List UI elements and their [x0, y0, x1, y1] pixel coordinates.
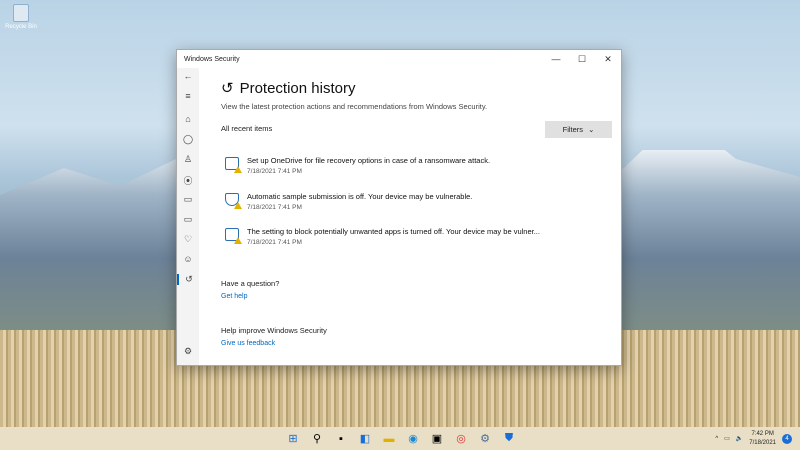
shield-warning-icon [225, 193, 242, 209]
app-warning-icon [225, 228, 242, 244]
page-subtitle: View the latest protection actions and r… [221, 102, 488, 111]
device-security-icon[interactable]: ▭ [177, 214, 199, 225]
home-icon[interactable]: ⌂ [177, 114, 199, 124]
windows-security-icon[interactable]: ⛊ [502, 432, 516, 446]
history-item[interactable]: Automatic sample submission is off. Your… [225, 192, 472, 211]
start-icon[interactable]: ⊞ [286, 432, 300, 446]
page-title-text: Protection history [239, 79, 356, 97]
item-time: 7/18/2021 7:41 PM [247, 204, 302, 211]
chevron-down-icon: ⌄ [588, 125, 595, 134]
sidebar: ← ≡ ⌂ ◯ ♙ ⦿ ▭ ▭ ♡ ☺ ↺ ⚙ [177, 68, 199, 365]
windows-security-window: Windows Security — ☐ ✕ ← ≡ ⌂ ◯ ♙ ⦿ ▭ ▭ ♡… [176, 49, 622, 366]
chevron-up-icon[interactable]: ^ [715, 436, 718, 442]
clock-date: 7/18/2021 [749, 439, 776, 446]
onedrive-warning-icon [225, 157, 242, 173]
taskbar: ⊞ ⚲ ▪ ◧ ▬ ◉ ▣ ◎ ⚙ ⛊ ^ ▭ 🔈 7:42 PM 7/18/20… [0, 427, 800, 450]
window-title: Windows Security [184, 55, 240, 63]
close-button[interactable]: ✕ [595, 50, 621, 68]
history-item[interactable]: The setting to block potentially unwante… [225, 227, 540, 246]
search-icon[interactable]: ⚲ [310, 432, 324, 446]
section-label: All recent items [221, 124, 273, 133]
volume-icon[interactable]: 🔈 [736, 435, 743, 442]
task-view-icon[interactable]: ▪ [334, 432, 348, 446]
clock-time: 7:42 PM [751, 430, 774, 437]
recycle-bin-icon [13, 4, 29, 22]
account-icon[interactable]: ♙ [177, 154, 199, 165]
get-help-link[interactable]: Get help [221, 293, 247, 300]
question-heading: Have a question? [221, 279, 280, 288]
file-explorer-icon[interactable]: ▬ [382, 432, 396, 446]
app-browser-icon[interactable]: ▭ [177, 194, 199, 205]
back-icon[interactable]: ← [177, 71, 199, 81]
menu-icon[interactable]: ≡ [177, 91, 199, 101]
page-title: ↺ Protection history [221, 79, 356, 98]
settings-icon[interactable]: ⚙ [177, 346, 199, 357]
health-icon[interactable]: ♡ [177, 234, 199, 245]
history-icon[interactable]: ↺ [177, 274, 199, 285]
history-icon: ↺ [221, 80, 234, 97]
recycle-bin-label: Recycle Bin [5, 24, 37, 30]
notification-badge[interactable]: 4 [782, 433, 792, 444]
item-time: 7/18/2021 7:41 PM [247, 239, 302, 246]
item-time: 7/18/2021 7:41 PM [247, 168, 302, 175]
minimize-button[interactable]: — [543, 50, 569, 68]
network-icon[interactable]: ⦿ [177, 174, 199, 187]
item-text: The setting to block potentially unwante… [247, 227, 540, 236]
item-text: Automatic sample submission is off. Your… [247, 192, 473, 201]
shield-icon[interactable]: ◯ [177, 134, 199, 145]
item-text: Set up OneDrive for file recovery option… [247, 156, 491, 165]
chrome-icon[interactable]: ◎ [454, 432, 468, 446]
widgets-icon[interactable]: ◧ [358, 432, 372, 446]
settings-icon[interactable]: ⚙ [478, 432, 492, 446]
recycle-bin-desktop-icon[interactable]: Recycle Bin [4, 4, 38, 30]
feedback-link[interactable]: Give us feedback [221, 340, 275, 347]
improve-heading: Help improve Windows Security [221, 326, 327, 335]
store-icon[interactable]: ▣ [430, 432, 444, 446]
edge-icon[interactable]: ◉ [406, 432, 420, 446]
filters-button[interactable]: Filters ⌄ [545, 121, 612, 138]
clock[interactable]: 7:42 PM 7/18/2021 [749, 430, 776, 448]
family-icon[interactable]: ☺ [177, 254, 199, 264]
network-icon[interactable]: ▭ [724, 435, 730, 442]
history-item[interactable]: Set up OneDrive for file recovery option… [225, 156, 490, 175]
filters-label: Filters [562, 125, 584, 134]
maximize-button[interactable]: ☐ [569, 50, 595, 68]
